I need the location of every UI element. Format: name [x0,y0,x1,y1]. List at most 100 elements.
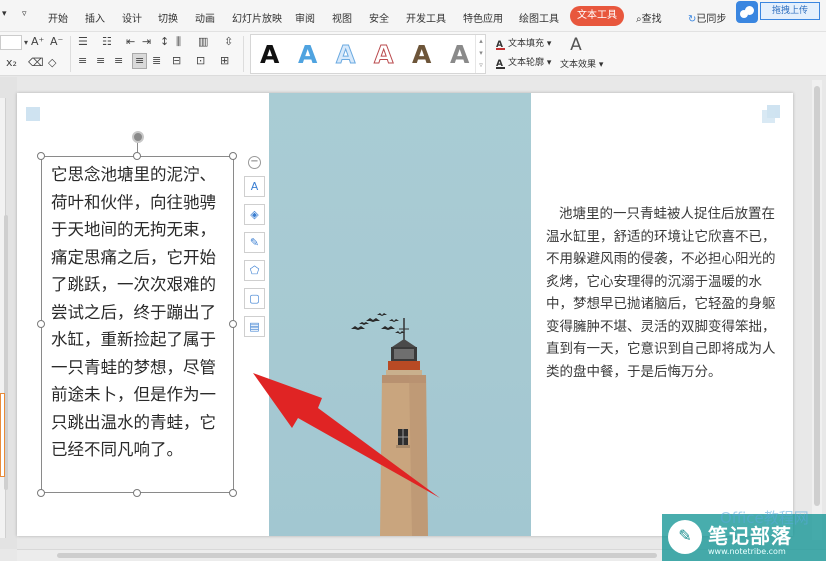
menu-item-features[interactable]: 特色应用 [463,10,503,25]
layout-button[interactable]: ▤ [244,316,265,337]
menu-more-icon[interactable]: ▾ [2,9,7,19]
horizontal-scroll-thumb[interactable] [57,553,657,558]
rotate-handle[interactable] [132,131,144,143]
text-effect-icon[interactable]: A [566,35,586,55]
menu-item-insert[interactable]: 插入 [85,10,105,25]
thumbnail-selected[interactable] [0,393,5,477]
text-direction-icon[interactable]: ⫼ [176,36,181,48]
resize-handle-bottom-right[interactable] [229,489,237,497]
wordart-style-blue[interactable]: A [298,41,317,69]
menu-dropdown-icon[interactable]: ▿ [22,9,27,19]
frame-button[interactable]: ▢ [244,288,265,309]
resize-handle-left[interactable] [37,320,45,328]
collapse-toolbar-button[interactable]: − [248,156,261,169]
line-spacing-icon[interactable]: ↕ [160,36,169,48]
text-fill-icon: A [496,41,505,50]
convert-smartart-icon[interactable]: ⊞ [220,55,229,67]
menu-item-security[interactable]: 安全 [369,10,389,25]
lighthouse-photo[interactable] [269,93,531,536]
eraser-icon[interactable]: ⌫ [28,57,44,69]
menu-item-developer[interactable]: 开发工具 [406,10,446,25]
pen-button[interactable]: ✎ [244,232,265,253]
font-size-field[interactable] [0,35,22,50]
font-size-dropdown-icon[interactable]: ▾ [24,37,28,49]
menu-item-transition[interactable]: 切换 [158,10,178,25]
search-label: 查找 [641,14,662,25]
ribbon-divider [70,36,71,72]
slide-canvas[interactable]: 池塘里的一只青蛙被人捉住后放置在温水缸里，舒适的环境让它欣喜不已，不用躲避风雨的… [17,93,793,536]
subscript-icon[interactable]: x₂ [6,57,17,69]
menu-bar: ▾ ▿ 开始 插入 设计 切换 动画 幻灯片放映 审阅 视图 安全 开发工具 特… [0,0,826,32]
wordart-style-gray[interactable]: A [450,41,469,69]
wordart-style-brown[interactable]: A [412,41,431,69]
sync-status[interactable]: ↻已同步 [688,10,726,25]
layers-button[interactable]: ◈ [244,204,265,225]
selected-textbox[interactable]: 它思念池塘里的泥泞、荷叶和伙伴，向往驰骋于天地间的无拘无束，痛定思痛之后，它开始… [41,156,234,493]
text-outline-button[interactable]: A 文本轮廓 ▾ [496,55,551,69]
justify-button[interactable]: ≡ [132,53,148,69]
vertical-align-icon[interactable]: ⊟ [172,55,181,67]
ribbon-toolbar: ▾ A⁺ A⁻ x₂ ⌫ ◇ ☰ ☷ ⇤ ⇥ ↕ ⫼ ▥ ⇳ ≡ ≡ ≡ ≡ ≣… [0,32,826,76]
font-shrink-button[interactable]: A⁻ [50,36,63,48]
corner-decoration [762,105,780,123]
text-outline-label: 文本轮廓 [508,58,545,68]
menu-item-start[interactable]: 开始 [48,10,68,25]
chevron-down-icon[interactable]: ▾ [476,47,486,59]
chevron-up-icon[interactable]: ▴ [476,35,486,47]
watermark-url: www.notetribe.com [708,547,786,556]
menu-item-slideshow[interactable]: 幻灯片放映 [232,10,282,25]
highlight-icon[interactable]: ◇ [48,57,56,69]
text-box-icon[interactable]: ⊡ [196,55,205,67]
bullet-list-icon[interactable]: ☰ [78,36,88,48]
ribbon-divider [243,36,244,72]
columns-icon[interactable]: ▥ [198,36,208,48]
resize-handle-top-left[interactable] [37,152,45,160]
align-center-icon[interactable]: ≡ [96,55,105,67]
text-effect-label: 文本效果 [560,60,597,70]
paragraph-spacing-icon[interactable]: ⇳ [224,36,233,48]
resize-handle-top-right[interactable] [229,152,237,160]
wordart-style-gallery: A A A A A A ▴ ▾ ▿ [250,34,486,74]
resize-handle-right[interactable] [229,320,237,328]
textbox-content[interactable]: 它思念池塘里的泥泞、荷叶和伙伴，向往驰骋于天地间的无拘无束，痛定思痛之后，它开始… [51,161,231,464]
watermark: Office教程网 ✎ 笔记部落 www.notetribe.com [662,509,826,561]
distribute-icon[interactable]: ≣ [152,55,161,67]
numbered-list-icon[interactable]: ☷ [102,36,112,48]
tab-text-tools[interactable]: 文本工具 [570,6,624,26]
wordart-style-red-outline[interactable]: A [373,40,393,69]
search-button[interactable]: ⌕查找 [636,10,662,25]
font-grow-button[interactable]: A⁺ [31,36,44,48]
resize-handle-bottom-left[interactable] [37,489,45,497]
menu-item-drawing-tools[interactable]: 绘图工具 [519,10,559,25]
increase-indent-icon[interactable]: ⇥ [142,36,151,48]
align-right-icon[interactable]: ≡ [114,55,123,67]
decrease-indent-icon[interactable]: ⇤ [126,36,135,48]
shape-button[interactable]: ⬠ [244,260,265,281]
pencil-icon: ✎ [678,526,692,545]
text-outline-icon: A [496,60,505,69]
text-fill-label: 文本填充 [508,39,545,49]
menu-item-design[interactable]: 设计 [122,10,142,25]
text-fill-button[interactable]: A 文本填充 ▾ [496,36,551,50]
wordart-style-black[interactable]: A [260,41,279,69]
resize-handle-bottom[interactable] [133,489,141,497]
menu-item-view[interactable]: 视图 [332,10,352,25]
text-style-button[interactable]: A [244,176,265,197]
align-left-icon[interactable]: ≡ [78,55,87,67]
menu-item-animation[interactable]: 动画 [195,10,215,25]
gallery-scroll[interactable]: ▴ ▾ ▿ [475,35,486,73]
birds [351,313,405,334]
wordart-style-light-blue[interactable]: A [335,40,355,69]
gallery-expand-icon[interactable]: ▿ [476,59,486,71]
menu-item-review[interactable]: 审阅 [295,10,315,25]
upload-button[interactable]: 拖拽上传 [760,2,820,20]
right-paragraph[interactable]: 池塘里的一只青蛙被人捉住后放置在温水缸里，舒适的环境让它欣喜不已，不用躲避风雨的… [546,203,778,383]
text-effect-button[interactable]: 文本效果 ▾ [560,57,603,70]
resize-handle-top[interactable] [133,152,141,160]
vertical-scrollbar[interactable] [812,80,822,540]
vertical-scroll-thumb[interactable] [814,86,820,506]
watermark-name: 笔记部落 [708,524,792,548]
lighthouse-illustration [351,313,428,536]
corner-decoration [26,107,40,121]
cloud-icon[interactable] [736,1,758,23]
